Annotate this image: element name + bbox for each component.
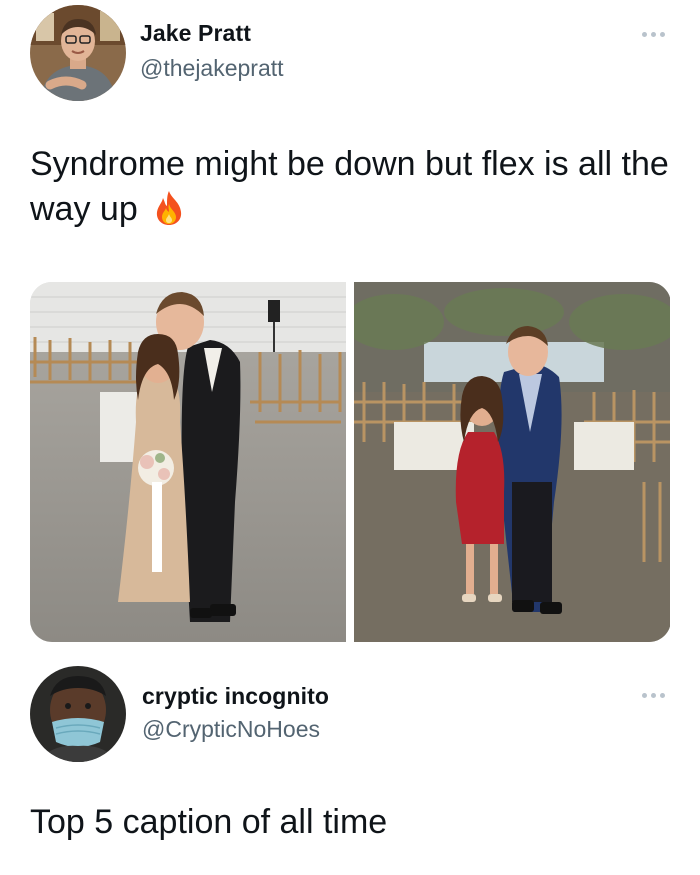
tweet-text: Top 5 caption of all time <box>30 803 388 841</box>
author-name[interactable]: Jake Pratt <box>140 20 251 47</box>
tweet-photo-2[interactable] <box>354 282 670 642</box>
fire-emoji-icon <box>157 191 182 225</box>
tweet-media-grid <box>30 282 671 642</box>
author-handle[interactable]: @thejakepratt <box>140 55 284 82</box>
author-handle[interactable]: @CrypticNoHoes <box>142 716 320 743</box>
tweet-1: Jake Pratt @thejakepratt Syndrome might … <box>0 0 700 660</box>
photo-couple-blue-suit-red-dress-icon <box>354 282 670 642</box>
tweet-text-body: Syndrome might be down but flex is all t… <box>30 145 669 228</box>
more-dot-icon <box>651 32 656 37</box>
tweet-text: Syndrome might be down but flex is all t… <box>30 142 670 232</box>
tweet-photo-1[interactable] <box>30 282 346 642</box>
more-dot-icon <box>651 693 656 698</box>
more-dot-icon <box>642 32 647 37</box>
more-dot-icon <box>660 693 665 698</box>
profile-photo-icon <box>30 5 126 101</box>
tweet-2: cryptic incognito @CrypticNoHoes Top 5 c… <box>0 660 700 875</box>
more-dot-icon <box>660 32 665 37</box>
more-dot-icon <box>642 693 647 698</box>
more-options-button[interactable] <box>642 693 665 698</box>
author-avatar[interactable] <box>30 5 126 101</box>
profile-photo-masked-icon <box>30 666 126 762</box>
author-avatar[interactable] <box>30 666 126 762</box>
author-name[interactable]: cryptic incognito <box>142 683 329 710</box>
more-options-button[interactable] <box>642 32 665 37</box>
photo-couple-tux-gold-dress-icon <box>30 282 346 642</box>
